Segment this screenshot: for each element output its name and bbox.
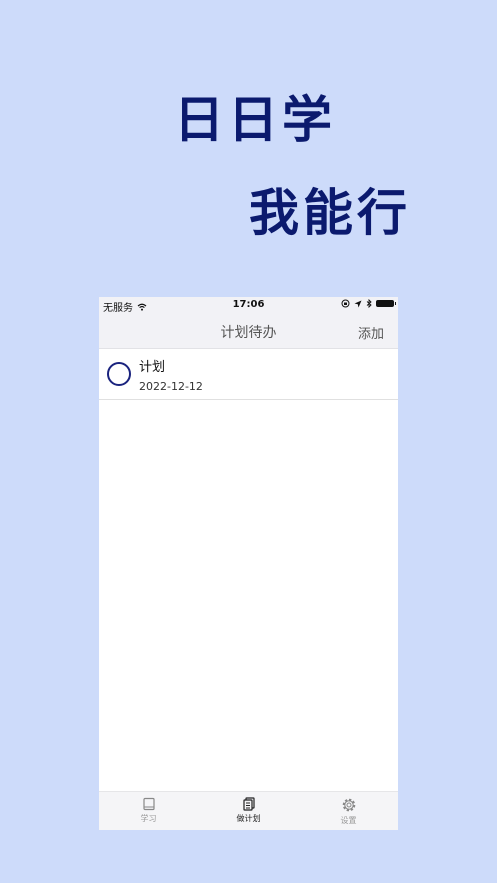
- status-bar: 无服务 17:06: [99, 297, 398, 314]
- add-button[interactable]: 添加: [358, 323, 384, 342]
- tab-settings-label: 设置: [340, 816, 357, 825]
- todo-title: 计划: [139, 360, 166, 375]
- headline-line-1: 日日学: [174, 91, 336, 149]
- todo-date: 2022-12-12: [139, 380, 203, 393]
- tab-bar: 学习 做计划 设置: [99, 791, 398, 830]
- notes-icon: [242, 797, 255, 811]
- tab-study-label: 学习: [140, 814, 157, 823]
- location-icon: [354, 300, 362, 307]
- book-icon: [142, 797, 155, 811]
- tab-study[interactable]: 学习: [99, 792, 198, 830]
- tab-plan[interactable]: 做计划: [199, 792, 298, 830]
- page-title: 计划待办: [220, 325, 277, 341]
- phone-screen: 无服务 17:06 计划待办 添加 计划 2022-12-12 学习 做计划 设…: [99, 297, 398, 830]
- nav-bar: 计划待办 添加: [99, 313, 398, 349]
- todo-item[interactable]: 计划 2022-12-12: [99, 349, 398, 400]
- tab-plan-label: 做计划: [236, 814, 261, 823]
- gear-icon: [342, 798, 355, 812]
- bluetooth-icon: [366, 299, 372, 308]
- headline-line-2: 我能行: [249, 184, 411, 242]
- todo-checkbox[interactable]: [107, 362, 131, 386]
- orientation-lock-icon: [341, 299, 350, 308]
- tab-settings[interactable]: 设置: [299, 792, 398, 830]
- battery-icon: [376, 300, 396, 307]
